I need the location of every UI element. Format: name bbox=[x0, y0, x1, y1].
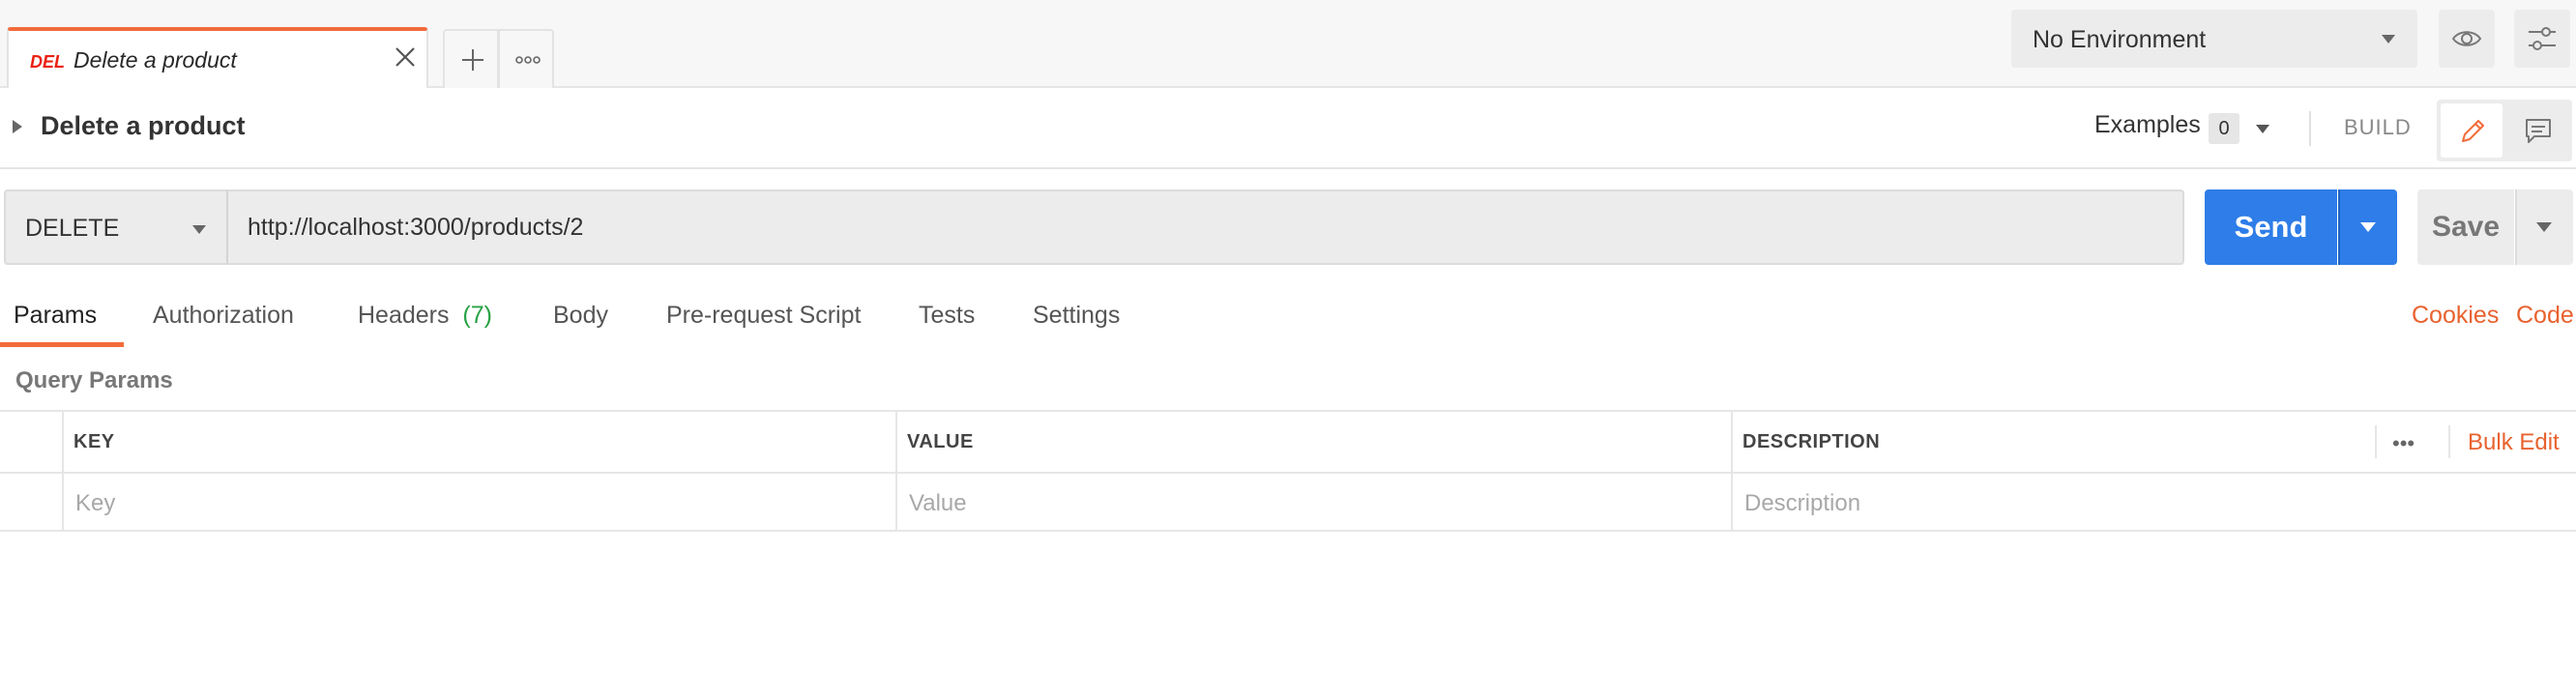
params-table: KEY VALUE DESCRIPTION ••• Bulk Edit bbox=[0, 410, 2576, 532]
divider bbox=[2309, 111, 2311, 146]
tab-bar: DEL Delete a product No Environment bbox=[0, 0, 2576, 88]
close-icon[interactable] bbox=[392, 44, 419, 71]
tab-body[interactable]: Body bbox=[553, 302, 608, 330]
tab-label: Params bbox=[14, 302, 98, 329]
request-tab[interactable]: DEL Delete a product bbox=[7, 27, 428, 88]
tab-label: Headers bbox=[358, 302, 450, 329]
query-params-title: Query Params bbox=[15, 367, 173, 393]
send-button[interactable]: Send bbox=[2205, 189, 2337, 265]
bulk-edit-link[interactable]: Bulk Edit bbox=[2468, 429, 2560, 456]
mode-toggle bbox=[2437, 100, 2572, 161]
column-header-key: KEY bbox=[73, 431, 115, 452]
column-header-value: VALUE bbox=[907, 431, 974, 452]
request-name[interactable]: Delete a product bbox=[41, 111, 246, 141]
eye-icon bbox=[2451, 31, 2482, 46]
chevron-down-icon bbox=[191, 223, 207, 241]
new-tab-button[interactable] bbox=[443, 29, 499, 88]
comment-icon bbox=[2526, 119, 2551, 143]
examples-label[interactable]: Examples bbox=[2094, 111, 2201, 139]
request-header: Delete a product Examples 0 BUILD bbox=[0, 90, 2576, 169]
examples-count-badge: 0 bbox=[2209, 113, 2239, 144]
divider bbox=[2375, 425, 2377, 458]
save-options-button[interactable] bbox=[2515, 189, 2573, 265]
chevron-down-icon bbox=[2381, 33, 2396, 50]
build-mode-label: BUILD bbox=[2344, 115, 2412, 139]
tab-label: Tests bbox=[919, 302, 976, 329]
row-divider bbox=[0, 472, 2576, 474]
tab-options-button[interactable] bbox=[498, 29, 554, 88]
tab-label: Settings bbox=[1033, 302, 1121, 329]
plus-icon bbox=[462, 49, 483, 71]
headers-count: (7) bbox=[462, 302, 492, 329]
more-horizontal-icon bbox=[515, 56, 541, 64]
pencil-icon bbox=[2462, 120, 2484, 142]
param-description-input[interactable] bbox=[1744, 487, 2557, 520]
more-options-icon[interactable]: ••• bbox=[2392, 431, 2415, 456]
divider bbox=[2448, 425, 2450, 458]
tab-params[interactable]: Params bbox=[14, 302, 97, 330]
tab-authorization[interactable]: Authorization bbox=[153, 302, 294, 330]
edit-button[interactable] bbox=[2441, 103, 2503, 158]
url-input[interactable] bbox=[248, 205, 2162, 249]
cookies-link[interactable]: Cookies bbox=[2412, 302, 2499, 330]
code-link[interactable]: Code bbox=[2516, 302, 2574, 330]
tab-method-badge: DEL bbox=[30, 52, 65, 72]
tab-settings[interactable]: Settings bbox=[1033, 302, 1120, 330]
column-header-description: DESCRIPTION bbox=[1742, 431, 1881, 452]
param-value-input[interactable] bbox=[909, 487, 1712, 520]
caret-right-icon[interactable] bbox=[12, 119, 23, 139]
environment-selector[interactable]: No Environment bbox=[2011, 10, 2417, 68]
tab-pre-request-script[interactable]: Pre-request Script bbox=[666, 302, 861, 330]
chevron-down-icon bbox=[2536, 222, 2552, 232]
send-options-button[interactable] bbox=[2338, 189, 2397, 265]
chevron-down-icon[interactable] bbox=[2255, 123, 2270, 140]
param-key-input[interactable] bbox=[75, 487, 878, 520]
tab-label: Body bbox=[553, 302, 608, 329]
save-button[interactable]: Save bbox=[2417, 189, 2514, 265]
url-field[interactable] bbox=[226, 189, 2184, 265]
method-label: DELETE bbox=[25, 215, 120, 242]
environment-label: No Environment bbox=[2033, 26, 2207, 53]
tab-tests[interactable]: Tests bbox=[919, 302, 975, 330]
chevron-down-icon bbox=[2360, 222, 2376, 232]
tab-label: Pre-request Script bbox=[666, 302, 862, 329]
tab-label: Authorization bbox=[153, 302, 294, 329]
tab-title: Delete a product bbox=[73, 47, 237, 73]
environment-quick-look-button[interactable] bbox=[2439, 10, 2495, 68]
sliders-icon bbox=[2529, 27, 2556, 50]
active-tab-indicator bbox=[0, 342, 124, 347]
method-select[interactable]: DELETE bbox=[4, 189, 228, 265]
tab-headers[interactable]: Headers (7) bbox=[358, 302, 492, 330]
manage-environments-button[interactable] bbox=[2514, 10, 2570, 68]
